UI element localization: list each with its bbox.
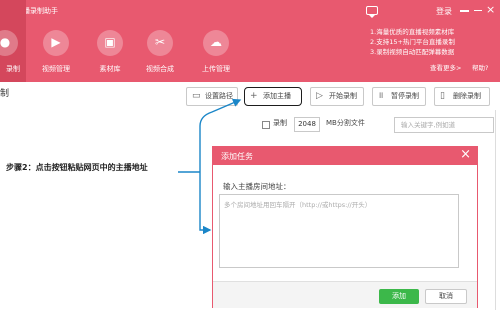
tab-label: 视频合成: [146, 65, 174, 73]
pause-icon: ॥: [378, 91, 384, 101]
help-link[interactable]: 帮助?: [472, 62, 488, 72]
set-path-button[interactable]: ▭ 设置路径: [186, 87, 238, 106]
tab-video-merge[interactable]: ✂ 视频合成: [140, 0, 180, 82]
close-icon[interactable]: ×: [460, 148, 471, 162]
plus-icon: +: [250, 91, 258, 101]
record-checkbox-label: 录制: [273, 119, 287, 127]
room-address-textarea[interactable]: 多个房间地址用回车隔开（http://或https://开头）: [219, 194, 459, 268]
dialog-footer: 添加 取消: [213, 281, 477, 308]
tab-label: 素材库: [99, 65, 121, 73]
app-header: 哔哩直播录制助手 登录 × ● 录制 ▶ 视频管理 ▣ 素材库 ✂ 视频合成 ☁…: [0, 0, 500, 82]
tab-video-manage[interactable]: ▶ 视频管理: [36, 0, 76, 82]
promo-line: 3.录制视频自动匹配弹幕数据: [370, 48, 455, 56]
close-window-icon[interactable]: ×: [486, 4, 495, 15]
promo-line: 2.支持15+热门平台直播录制: [370, 38, 455, 46]
cancel-button[interactable]: 取消: [425, 289, 467, 304]
tab-label: 上传管理: [202, 65, 230, 73]
material-library-icon: ▣: [97, 30, 123, 56]
scissors-icon: ✂: [147, 30, 173, 56]
add-task-dialog: 添加任务 × 输入主播房间地址： 多个房间地址用回车隔开（http://或htt…: [212, 146, 478, 308]
tab-material-library[interactable]: ▣ 素材库: [90, 0, 130, 82]
search-input[interactable]: 输入关键字,例如道: [394, 117, 494, 133]
split-unit-label: MB分割文件: [326, 119, 365, 127]
add-streamer-button[interactable]: + 添加主播: [244, 87, 302, 106]
tab-record[interactable]: ● 录制: [0, 0, 26, 82]
menu-icon[interactable]: [460, 10, 469, 12]
chat-icon[interactable]: [366, 6, 378, 18]
pause-record-button[interactable]: ॥ 暂停录制: [372, 87, 426, 106]
tab-upload-manage[interactable]: ☁ 上传管理: [196, 0, 236, 82]
divider: [495, 110, 496, 310]
promo-line: 1.海量优质的直播视频素材库: [370, 28, 455, 36]
room-address-label: 输入主播房间地址：: [223, 182, 291, 191]
tab-label: 录制: [6, 65, 20, 73]
delete-record-button[interactable]: ▯ 删除录制: [434, 87, 490, 106]
video-manage-icon: ▶: [43, 30, 69, 56]
login-link[interactable]: 登录: [436, 6, 452, 17]
folder-icon: ▭: [192, 91, 201, 101]
step-annotation: 步骤2：点击按钮粘贴网页中的主播地址: [6, 163, 148, 172]
see-more-link[interactable]: 查看更多>: [430, 62, 461, 72]
tab-label: 视频管理: [42, 65, 70, 73]
minimize-icon[interactable]: [474, 10, 482, 11]
split-size-input[interactable]: 2048: [294, 117, 320, 132]
dialog-title: 添加任务: [221, 152, 253, 161]
section-title: 制: [0, 89, 10, 99]
record-icon: ●: [0, 30, 18, 56]
cloud-upload-icon: ☁: [203, 30, 229, 56]
start-record-button[interactable]: ▷ 开始录制: [310, 87, 364, 106]
play-icon: ▷: [316, 91, 323, 101]
record-checkbox[interactable]: [262, 121, 270, 129]
trash-icon: ▯: [440, 91, 445, 101]
add-button[interactable]: 添加: [379, 289, 419, 304]
dialog-header: 添加任务 ×: [213, 147, 477, 165]
